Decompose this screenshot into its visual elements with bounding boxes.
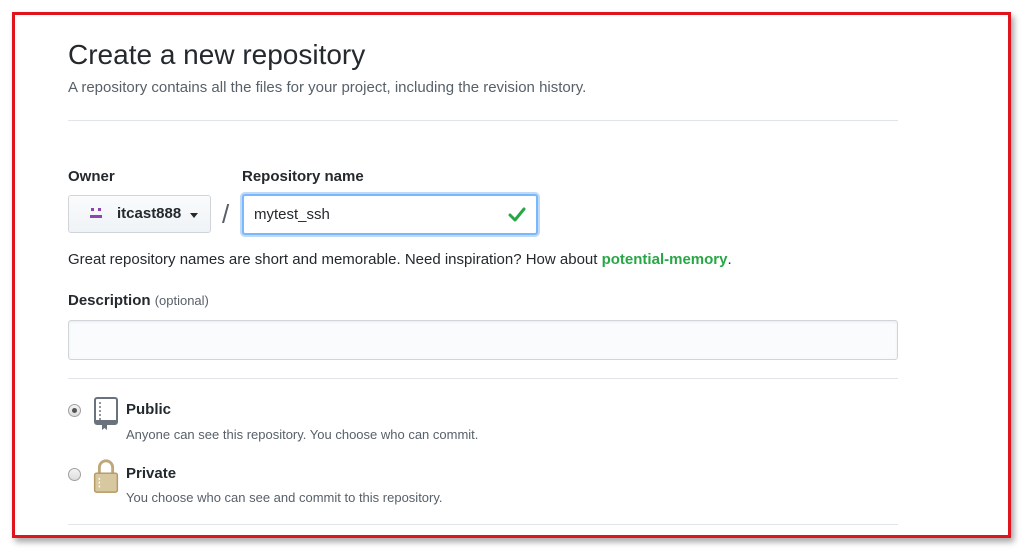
divider xyxy=(68,524,898,525)
page-subtitle: A repository contains all the files for … xyxy=(68,79,587,96)
owner-name: itcast888 xyxy=(117,205,182,222)
owner-label: Owner xyxy=(68,168,115,185)
check-icon xyxy=(508,207,526,222)
description-label: Description (optional) xyxy=(68,292,209,309)
public-title: Public xyxy=(126,401,172,418)
private-radio[interactable] xyxy=(68,468,81,481)
repository-name-input[interactable]: mytest_ssh xyxy=(242,194,538,235)
lock-icon xyxy=(93,459,119,493)
public-radio[interactable] xyxy=(68,404,81,417)
name-suggestion-link[interactable]: potential-memory xyxy=(602,251,728,268)
private-title: Private xyxy=(126,465,177,482)
repo-name-label: Repository name xyxy=(242,168,364,185)
hint-text: Great repository names are short and mem… xyxy=(68,251,602,268)
owner-dropdown-button[interactable]: itcast888 xyxy=(68,195,211,233)
page-title: Create a new repository xyxy=(68,39,366,70)
repo-book-icon xyxy=(94,397,118,430)
divider xyxy=(68,120,898,121)
repository-name-value: mytest_ssh xyxy=(254,206,330,223)
description-label-text: Description xyxy=(68,292,151,309)
screenshot-frame: Create a new repository A repository con… xyxy=(12,12,1011,538)
owner-repo-separator: / xyxy=(222,199,230,229)
hint-end: . xyxy=(727,251,732,268)
public-description: Anyone can see this repository. You choo… xyxy=(126,427,479,442)
caret-down-icon xyxy=(190,213,198,218)
description-input[interactable] xyxy=(68,320,898,360)
identicon-icon xyxy=(90,208,102,218)
optional-tag: (optional) xyxy=(154,293,209,308)
private-description: You choose who can see and commit to thi… xyxy=(126,490,443,505)
repo-name-hint: Great repository names are short and mem… xyxy=(68,251,732,268)
divider xyxy=(68,378,898,379)
